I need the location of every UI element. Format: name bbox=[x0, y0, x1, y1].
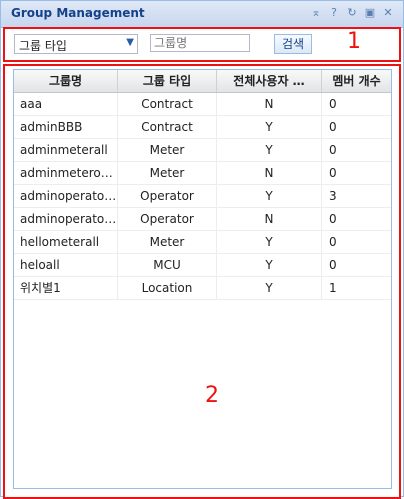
cell-all-users: Y bbox=[217, 185, 322, 207]
collapse-up-icon[interactable]: ⌅ bbox=[309, 6, 323, 20]
cell-member-count: 0 bbox=[322, 116, 391, 138]
cell-group-name: adminmeterall bbox=[14, 139, 118, 161]
cell-group-type: Operator bbox=[118, 185, 217, 207]
table-row[interactable]: adminoperatorall Operator Y 3 bbox=[14, 185, 391, 208]
column-header-member-count[interactable]: 멤버 개수 bbox=[322, 70, 391, 92]
close-icon[interactable]: ✕ bbox=[381, 6, 395, 20]
cell-member-count: 0 bbox=[322, 231, 391, 253]
cell-all-users: Y bbox=[217, 277, 322, 299]
group-grid: 그룹명 그룹 타입 전체사용자 … 멤버 개수 aaa Contract N 0… bbox=[13, 69, 392, 489]
cell-member-count: 1 bbox=[322, 277, 391, 299]
cell-group-name: adminoperatorall bbox=[14, 185, 118, 207]
column-header-group-type[interactable]: 그룹 타입 bbox=[118, 70, 217, 92]
table-row[interactable]: hellometerall Meter Y 0 bbox=[14, 231, 391, 254]
cell-member-count: 3 bbox=[322, 185, 391, 207]
cell-member-count: 0 bbox=[322, 208, 391, 230]
cell-all-users: N bbox=[217, 208, 322, 230]
cell-group-name: adminmeteronly bbox=[14, 162, 118, 184]
cell-group-type: MCU bbox=[118, 254, 217, 276]
search-button[interactable]: 검색 bbox=[274, 34, 312, 54]
maximize-icon[interactable]: ▣ bbox=[363, 6, 377, 20]
cell-group-type: Location bbox=[118, 277, 217, 299]
cell-all-users: Y bbox=[217, 139, 322, 161]
cell-member-count: 0 bbox=[322, 93, 391, 115]
cell-group-name: aaa bbox=[14, 93, 118, 115]
cell-group-type: Meter bbox=[118, 139, 217, 161]
cell-group-type: Meter bbox=[118, 162, 217, 184]
group-type-select[interactable]: 그룹 타입 ▼ bbox=[14, 34, 138, 54]
panel-tools: ⌅ ? ↻ ▣ ✕ bbox=[309, 6, 395, 20]
cell-member-count: 0 bbox=[322, 162, 391, 184]
cell-group-name: 위치별1 bbox=[14, 277, 118, 299]
panel-title: Group Management bbox=[11, 6, 145, 20]
cell-all-users: Y bbox=[217, 116, 322, 138]
table-row[interactable]: heloall MCU Y 0 bbox=[14, 254, 391, 277]
cell-member-count: 0 bbox=[322, 254, 391, 276]
cell-member-count: 0 bbox=[322, 139, 391, 161]
table-row[interactable]: adminBBB Contract Y 0 bbox=[14, 116, 391, 139]
table-row[interactable]: adminmeterall Meter Y 0 bbox=[14, 139, 391, 162]
search-toolbar: 그룹 타입 ▼ 검색 1 bbox=[3, 27, 401, 62]
column-header-group-name[interactable]: 그룹명 bbox=[14, 70, 118, 92]
table-row[interactable]: adminmeteronly Meter N 0 bbox=[14, 162, 391, 185]
cell-group-type: Meter bbox=[118, 231, 217, 253]
cell-group-name: adminoperator… bbox=[14, 208, 118, 230]
grid-header: 그룹명 그룹 타입 전체사용자 … 멤버 개수 bbox=[14, 70, 391, 93]
cell-all-users: N bbox=[217, 93, 322, 115]
cell-group-name: adminBBB bbox=[14, 116, 118, 138]
chevron-down-icon: ▼ bbox=[126, 37, 134, 48]
cell-group-type: Contract bbox=[118, 116, 217, 138]
group-type-select-value: 그룹 타입 bbox=[19, 39, 67, 53]
table-row[interactable]: adminoperator… Operator N 0 bbox=[14, 208, 391, 231]
annotation-label-2: 2 bbox=[205, 383, 219, 408]
table-row[interactable]: 위치별1 Location Y 1 bbox=[14, 277, 391, 300]
cell-all-users: N bbox=[217, 162, 322, 184]
column-header-all-users[interactable]: 전체사용자 … bbox=[217, 70, 322, 92]
panel-titlebar: Group Management ⌅ ? ↻ ▣ ✕ bbox=[1, 1, 403, 28]
cell-group-name: hellometerall bbox=[14, 231, 118, 253]
grid-container: 그룹명 그룹 타입 전체사용자 … 멤버 개수 aaa Contract N 0… bbox=[3, 64, 401, 499]
cell-all-users: Y bbox=[217, 231, 322, 253]
cell-all-users: Y bbox=[217, 254, 322, 276]
cell-group-type: Operator bbox=[118, 208, 217, 230]
table-row[interactable]: aaa Contract N 0 bbox=[14, 93, 391, 116]
group-name-input[interactable] bbox=[150, 34, 250, 52]
help-icon[interactable]: ? bbox=[327, 6, 341, 20]
annotation-label-1: 1 bbox=[347, 29, 361, 54]
refresh-icon[interactable]: ↻ bbox=[345, 6, 359, 20]
cell-group-type: Contract bbox=[118, 93, 217, 115]
cell-group-name: heloall bbox=[14, 254, 118, 276]
